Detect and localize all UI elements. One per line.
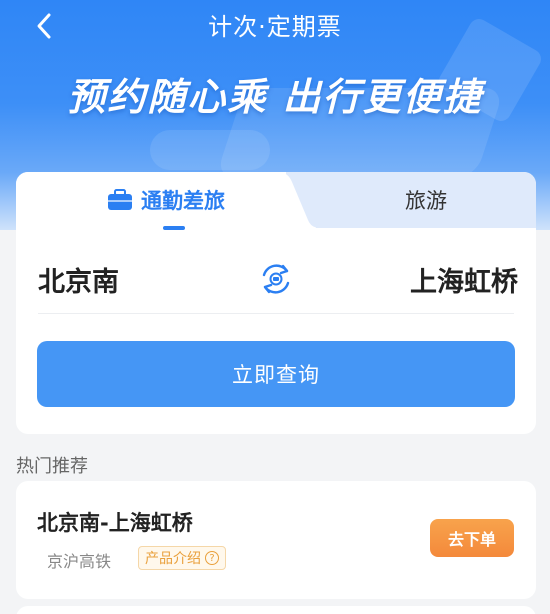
recommend-card-partial [16,606,536,614]
recommend-card[interactable]: 北京南-上海虹桥 京沪高铁 产品介绍 ? 去下单 [16,481,536,599]
from-station[interactable]: 北京南 [38,260,119,299]
product-intro-link[interactable]: 产品介绍 ? [138,546,226,570]
order-button[interactable]: 去下单 [430,519,514,557]
tab-travel-label: 旅游 [405,189,447,213]
recommend-route: 北京南-上海虹桥 [37,511,193,535]
question-mark-icon: ? [205,551,219,565]
active-tab-indicator [163,226,185,230]
divider [38,313,514,314]
page-title: 计次·定期票 [208,13,342,41]
product-intro-label: 产品介绍 [145,551,201,567]
briefcase-icon [107,189,133,211]
query-button[interactable]: 立即查询 [37,341,515,407]
recommend-line-name: 京沪高铁 [47,552,112,571]
tab-commute-label: 通勤差旅 [141,189,225,213]
banner-slogan: 预约随心乘 出行更便捷 [67,75,483,119]
section-title: 热门推荐 [16,456,88,477]
tab-travel[interactable]: 旅游 [316,172,536,228]
swap-stations-icon [262,264,290,294]
tab-commute[interactable]: 通勤差旅 [16,172,316,228]
search-card: 通勤差旅 旅游 北京南 上海虹桥 立即查询 [16,172,536,434]
tab-bar: 通勤差旅 旅游 [16,172,536,230]
to-station[interactable]: 上海虹桥 [410,260,518,299]
swap-stations-button[interactable] [258,261,294,297]
banner-decoration [150,130,270,170]
